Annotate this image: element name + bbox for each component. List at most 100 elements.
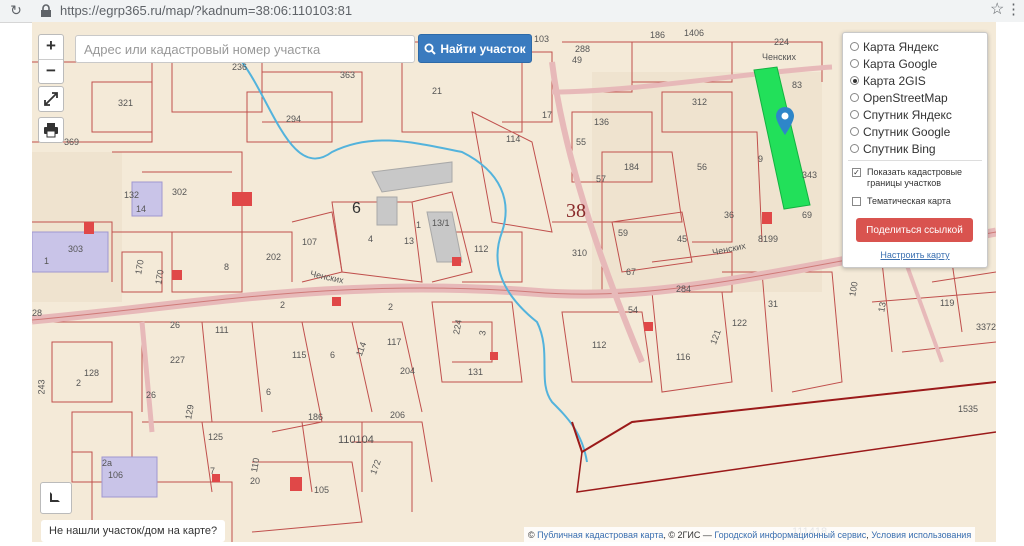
map-attribution: © Публичная кадастровая карта, © 2ГИС — … <box>524 527 976 543</box>
zoom-in-button[interactable]: + <box>39 35 63 59</box>
cadastral-borders-label: Показать кадастровые границы участков <box>867 167 962 189</box>
parcel-number: 13/1 <box>432 218 450 228</box>
zoom-control: + − <box>38 34 64 84</box>
layer-option-label: Карта Google <box>863 56 938 71</box>
parcel-number: 20 <box>250 476 261 486</box>
layer-option-label: OpenStreetMap <box>863 90 948 105</box>
parcel-number: 112 <box>474 244 489 254</box>
parcel-number: 227 <box>170 355 186 365</box>
parcel-number: 6 <box>330 350 336 360</box>
radio-button-selected[interactable] <box>850 76 859 85</box>
parcel-number: 184 <box>624 162 640 172</box>
quarter-label: 38 <box>566 200 586 222</box>
browser-menu-icon[interactable]: ⋮ <box>1006 1 1021 19</box>
quarter-label: 1535 <box>958 404 979 414</box>
parcel-number: 36 <box>724 210 735 220</box>
parcel-number: 13 <box>876 301 888 313</box>
radio-button[interactable] <box>850 42 859 51</box>
parcel-number: 186 <box>650 30 666 40</box>
layer-option-google-satellite[interactable]: Спутник Google <box>850 123 950 140</box>
parcel-number: 17 <box>542 110 553 120</box>
parcel-number: 26 <box>146 390 157 400</box>
divider <box>848 160 982 161</box>
layer-option-yandex-satellite[interactable]: Спутник Яндекс <box>850 106 952 123</box>
parcel-number: 288 <box>575 44 591 54</box>
parcel-number: 49 <box>572 55 583 65</box>
parcel-number: 170 <box>133 258 146 276</box>
parcel-number: 224 <box>451 318 464 336</box>
terms-link[interactable]: Условия использования <box>871 530 971 540</box>
thematic-map-label: Тематическая карта <box>867 196 951 206</box>
parcel-number: 21 <box>432 86 443 96</box>
radio-button[interactable] <box>850 110 859 119</box>
layer-option-2gis-map[interactable]: Карта 2GIS <box>850 72 926 89</box>
parcel-number: 128 <box>84 368 100 378</box>
parcel-number: 186 <box>308 412 324 422</box>
reload-icon[interactable]: ↻ <box>8 2 24 18</box>
radio-button[interactable] <box>850 93 859 102</box>
fullscreen-button[interactable] <box>40 482 72 514</box>
parcel-number: 6 <box>266 387 272 397</box>
find-parcel-button[interactable]: Найти участок <box>418 34 532 63</box>
parcel-number: 119 <box>940 298 955 308</box>
checkbox[interactable] <box>852 197 861 206</box>
parcel-number: 13 <box>404 236 415 246</box>
parcel-number: 236 <box>232 62 248 72</box>
parcel-number: 114 <box>354 340 369 358</box>
parcel-number: 1 <box>416 220 422 230</box>
fullscreen-icon <box>50 492 60 502</box>
parcel-number: 121 <box>708 328 723 346</box>
checkbox-checked[interactable]: ✓ <box>852 168 861 177</box>
parcel-number: 111 <box>215 325 229 335</box>
search-input[interactable] <box>75 35 415 63</box>
layer-option-yandex-map[interactable]: Карта Яндекс <box>850 38 939 55</box>
address-bar[interactable]: https://egrp365.ru/map/?kadnum=38:06:110… <box>60 3 352 19</box>
parcel-number: 206 <box>390 410 406 420</box>
parcel-number: 312 <box>692 97 708 107</box>
zoom-out-button[interactable]: − <box>39 59 63 84</box>
parcel-number: 114 <box>506 134 521 144</box>
parcel-number: 9 <box>758 154 764 164</box>
map-marker-icon[interactable] <box>776 107 794 135</box>
cadastral-borders-toggle[interactable]: ✓ Показать кадастровые границы участков <box>852 167 962 189</box>
parcel-number: 125 <box>208 432 224 442</box>
share-link-button[interactable]: Поделиться ссылкой <box>856 218 973 242</box>
configure-map-link[interactable]: Настроить карту <box>843 250 987 260</box>
parcel-number: 129 <box>183 403 196 421</box>
radio-button[interactable] <box>850 59 859 68</box>
parcel-number: 110 <box>249 457 262 473</box>
print-button[interactable] <box>38 117 64 143</box>
2gis-link[interactable]: Городской информационный сервис <box>714 530 866 540</box>
layer-option-bing-satellite[interactable]: Спутник Bing <box>850 140 936 157</box>
parcel-number: 321 <box>118 98 134 108</box>
cadastral-map-link[interactable]: Публичная кадастровая карта <box>537 530 663 540</box>
parcel-number: 100 <box>847 280 860 298</box>
layer-option-google-map[interactable]: Карта Google <box>850 55 937 72</box>
parcel-number: 172 <box>368 458 383 476</box>
parcel-number: 69 <box>802 210 813 220</box>
parcel-number: 1 <box>44 256 50 266</box>
quarter-label: 3372 <box>976 322 996 332</box>
street-label: Ченских <box>762 52 796 62</box>
parcel-number: 363 <box>340 70 356 80</box>
bookmark-star-icon[interactable]: ☆ <box>990 1 1004 19</box>
parcel-number: 303 <box>68 244 84 254</box>
parcel-number: 107 <box>302 237 318 247</box>
parcel-number: 103 <box>534 34 550 44</box>
attribution-prefix: © <box>528 530 538 540</box>
parcel-number: 55 <box>576 137 587 147</box>
parcel-number: 117 <box>387 337 402 347</box>
parcel-number: 2a <box>102 458 113 468</box>
expand-button[interactable] <box>38 86 64 112</box>
parcel-number: 204 <box>400 366 416 376</box>
parcel-number: 243 <box>36 379 47 395</box>
radio-button[interactable] <box>850 127 859 136</box>
thematic-map-toggle[interactable]: Тематическая карта <box>852 196 951 207</box>
parcel-number: 112 <box>592 340 607 350</box>
layer-option-label: Карта Яндекс <box>863 39 939 54</box>
radio-button[interactable] <box>850 144 859 153</box>
cadastral-borders-label-line1: Показать кадастровые <box>867 167 963 177</box>
layer-option-openstreetmap[interactable]: OpenStreetMap <box>850 89 948 106</box>
not-found-link[interactable]: Не нашли участок/дом на карте? <box>41 520 226 542</box>
parcel-number: 7 <box>210 466 216 476</box>
